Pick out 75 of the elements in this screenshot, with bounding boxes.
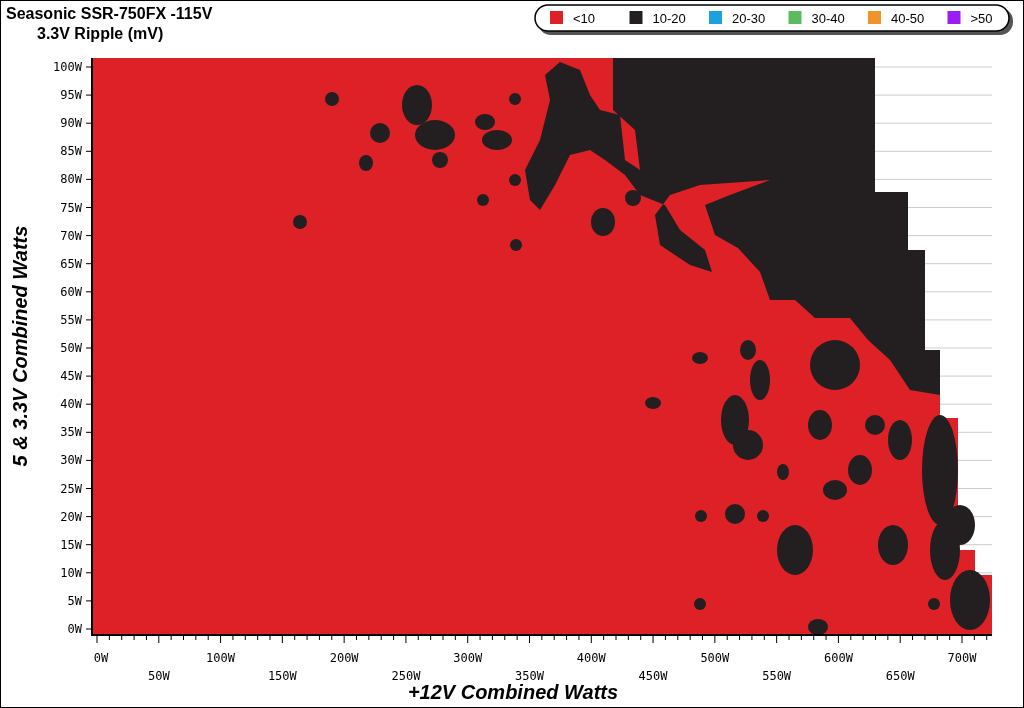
y-tick-label: 35W: [60, 425, 82, 440]
y-tick-label: 60W: [60, 284, 82, 299]
high-ripple-spot: [888, 420, 912, 460]
high-ripple-spot: [692, 352, 708, 364]
high-ripple-spot: [757, 510, 769, 522]
x-tick-label: 700W: [947, 651, 977, 665]
high-ripple-spot: [950, 570, 990, 630]
legend-label: 30-40: [811, 11, 845, 26]
high-ripple-spot: [432, 152, 448, 168]
x-tick-label: 450W: [638, 669, 668, 683]
legend-label: 10-20: [652, 11, 686, 26]
high-ripple-spot: [878, 525, 908, 565]
high-ripple-spot: [625, 190, 641, 206]
high-ripple-spot: [370, 123, 390, 143]
x-tick-label: 400W: [576, 651, 606, 665]
x-axis-title: +12V Combined Watts: [407, 681, 619, 703]
x-tick-label: 300W: [453, 651, 483, 665]
high-ripple-spot: [293, 215, 307, 229]
y-tick-label: 80W: [60, 172, 82, 187]
x-tick-label: 500W: [700, 651, 730, 665]
high-ripple-spot: [477, 194, 489, 206]
y-tick-label: 75W: [60, 200, 82, 215]
y-tick-label: 15W: [60, 537, 82, 552]
y-tick-label: 30W: [60, 453, 82, 468]
legend-label: <10: [573, 11, 596, 26]
high-ripple-spot: [509, 93, 521, 105]
high-ripple-spot: [402, 85, 432, 125]
high-ripple-spot: [509, 174, 521, 186]
y-tick-label: 5W: [67, 593, 82, 608]
y-axis-title: 5 & 3.3V Combined Watts: [9, 225, 31, 467]
high-ripple-spot: [865, 415, 885, 435]
high-ripple-spot: [359, 155, 373, 171]
y-tick-label: 90W: [60, 116, 82, 131]
high-ripple-spot: [777, 464, 789, 480]
high-ripple-spot: [725, 504, 745, 524]
chart-title: Seasonic SSR-750FX -115V: [6, 5, 213, 22]
x-tick-label: 350W: [515, 669, 544, 683]
high-ripple-spot: [591, 208, 615, 236]
high-ripple-spot: [325, 92, 339, 106]
y-tick-label: 85W: [60, 144, 82, 159]
x-tick-label: 100W: [206, 651, 235, 665]
legend-label: 40-50: [891, 11, 925, 26]
high-ripple-spot: [415, 120, 455, 150]
x-tick-label: 250W: [391, 669, 421, 683]
high-ripple-spot: [694, 598, 706, 610]
high-ripple-spot: [928, 598, 940, 610]
high-ripple-spot: [808, 410, 832, 440]
y-tick-label: 0W: [67, 622, 82, 636]
legend-label: 20-30: [732, 11, 766, 26]
x-tick-label: 0W: [93, 651, 109, 665]
high-ripple-spot: [510, 239, 522, 251]
chart-subtitle: 3.3V Ripple (mV): [37, 25, 164, 42]
x-tick-label: 650W: [885, 669, 915, 683]
y-tick-label: 70W: [60, 228, 82, 243]
x-tick-label: 550W: [762, 669, 792, 683]
x-tick-label: 200W: [329, 651, 359, 665]
y-tick-label: 25W: [60, 481, 82, 496]
high-ripple-spot: [808, 619, 828, 635]
high-ripple-spot: [810, 340, 860, 390]
y-tick-label: 20W: [60, 509, 82, 524]
high-ripple-spot: [777, 525, 813, 575]
legend-label: >50: [970, 11, 993, 26]
y-tick-label: 50W: [60, 341, 82, 355]
x-tick-label: 600W: [824, 651, 853, 665]
y-tick-label: 55W: [60, 312, 82, 327]
y-tick-label: 95W: [60, 88, 82, 103]
y-tick-label: 10W: [60, 565, 82, 580]
x-tick-label: 50W: [147, 669, 170, 683]
x-tick-label: 150W: [267, 669, 297, 683]
y-tick-label: 45W: [60, 369, 82, 384]
y-tick-label: 65W: [60, 256, 82, 271]
y-tick-label: 40W: [60, 397, 82, 412]
y-tick-label: 100W: [53, 60, 82, 74]
high-ripple-spot: [695, 510, 707, 522]
high-ripple-spot: [645, 397, 661, 409]
